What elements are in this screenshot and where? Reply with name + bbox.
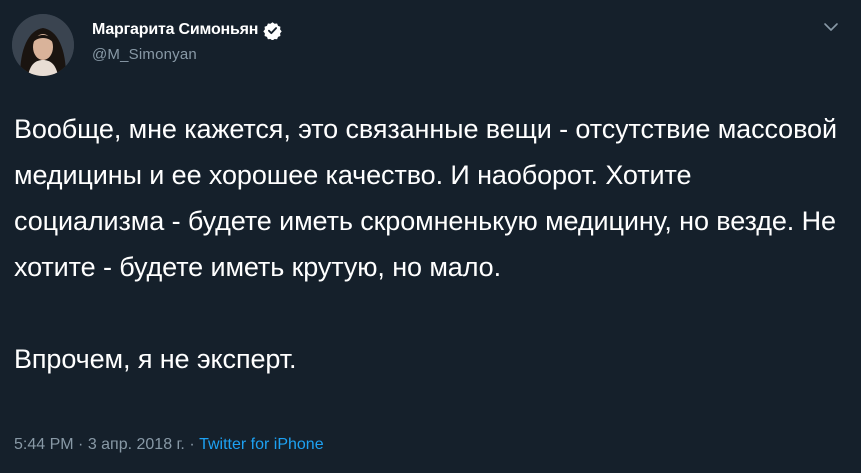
- tweet-paragraph-2: Впрочем, я не эксперт.: [14, 344, 297, 374]
- tweet-date[interactable]: 3 апр. 2018 г.: [88, 436, 185, 453]
- tweet-card: Маргарита Симоньян @M_Simonyan Вообще, м…: [0, 0, 861, 473]
- avatar[interactable]: [12, 14, 74, 76]
- tweet-text: Вообще, мне кажется, это связанные вещи …: [14, 106, 844, 382]
- verified-badge-icon: [263, 21, 282, 41]
- author-handle[interactable]: @M_Simonyan: [92, 46, 282, 63]
- meta-separator: ·: [184, 436, 200, 453]
- tweet-time[interactable]: 5:44 PM: [14, 436, 74, 453]
- chevron-down-icon[interactable]: [823, 20, 839, 32]
- tweet-paragraph-1: Вообще, мне кажется, это связанные вещи …: [14, 114, 837, 282]
- tweet-source-link[interactable]: Twitter for iPhone: [199, 436, 324, 453]
- author-block: Маргарита Симоньян @M_Simonyan: [92, 20, 282, 63]
- author-display-name[interactable]: Маргарита Симоньян: [92, 21, 258, 39]
- tweet-meta: 5:44 PM · 3 апр. 2018 г. · Twitter for i…: [14, 436, 324, 454]
- author-name-row: Маргарита Симоньян: [92, 20, 282, 41]
- meta-separator: ·: [73, 436, 88, 453]
- avatar-image: [12, 14, 74, 76]
